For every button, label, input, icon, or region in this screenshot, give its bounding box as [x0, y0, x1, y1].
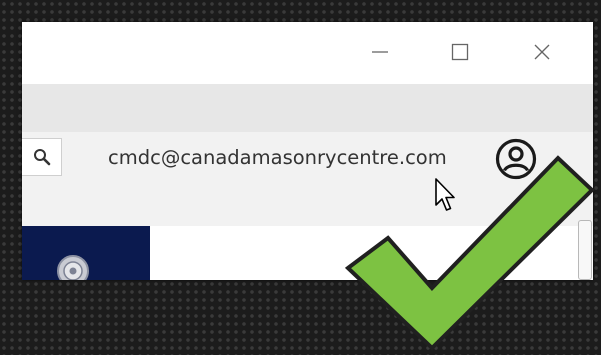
minimize-icon	[372, 51, 388, 53]
maximize-icon	[451, 43, 469, 61]
checkmark-icon	[344, 155, 595, 351]
emblem-icon	[57, 255, 89, 280]
search-icon	[33, 149, 50, 166]
close-button[interactable]	[518, 34, 566, 70]
toolbar-band	[22, 84, 593, 132]
minimize-button[interactable]	[356, 34, 404, 70]
close-icon	[534, 44, 550, 60]
maximize-button[interactable]	[436, 34, 484, 70]
search-button[interactable]	[22, 138, 62, 176]
title-bar	[22, 22, 593, 84]
